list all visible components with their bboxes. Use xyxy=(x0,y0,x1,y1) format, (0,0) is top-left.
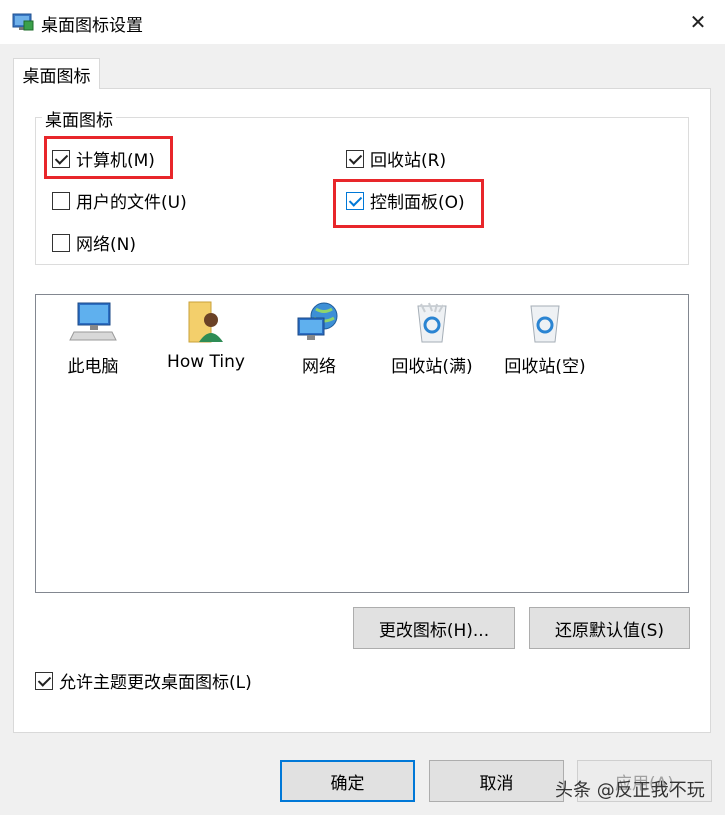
restore-default-button[interactable]: 还原默认值(S) xyxy=(529,607,690,649)
computer-icon xyxy=(69,302,117,341)
checkbox-allow-themes[interactable]: 允许主题更改桌面图标(L) xyxy=(35,668,252,693)
checkbox-user-files[interactable]: 用户的文件(U) xyxy=(52,188,187,213)
title-bar: 桌面图标设置 ✕ xyxy=(0,0,725,44)
recycle-bin-empty-icon xyxy=(530,305,560,343)
checkbox-box[interactable] xyxy=(35,671,53,690)
icon-label: 网络 xyxy=(302,357,336,377)
close-icon: ✕ xyxy=(689,10,707,34)
button-label: 还原默认值(S) xyxy=(554,620,665,641)
ok-button[interactable]: 确定 xyxy=(280,760,415,802)
network-globe-icon xyxy=(297,302,338,340)
checkbox-label: 用户的文件(U) xyxy=(76,193,187,213)
user-folder-icon xyxy=(188,301,223,343)
change-icon-button[interactable]: 更改图标(H)... xyxy=(353,607,515,649)
checkbox-box[interactable] xyxy=(52,191,70,210)
tab-desktop-icons[interactable]: 桌面图标 xyxy=(13,58,100,89)
button-label: 取消 xyxy=(479,773,514,794)
watermark: 头条 @反正我不玩 xyxy=(555,780,705,801)
icon-label: 回收站(满) xyxy=(391,357,473,377)
checkbox-network[interactable]: 网络(N) xyxy=(52,230,136,255)
checkbox-label: 回收站(R) xyxy=(370,151,447,171)
highlight-box-computer xyxy=(44,136,173,179)
list-item-this-pc[interactable]: 此电脑 xyxy=(38,300,148,377)
display-settings-icon xyxy=(12,13,34,31)
list-item-network[interactable]: 网络 xyxy=(264,300,374,377)
icon-label: 此电脑 xyxy=(67,357,119,377)
checkbox-box[interactable] xyxy=(346,149,364,168)
groupbox-title: 桌面图标 xyxy=(42,106,116,131)
highlight-box-control-panel xyxy=(333,179,484,228)
list-item-recycle-full[interactable]: 回收站(满) xyxy=(377,300,487,377)
checkbox-recycle-bin[interactable]: 回收站(R) xyxy=(346,146,446,171)
list-item-recycle-empty[interactable]: 回收站(空) xyxy=(490,300,600,377)
icon-label: How Tiny xyxy=(167,352,245,372)
button-label: 确定 xyxy=(330,773,365,794)
button-label: 更改图标(H)... xyxy=(378,620,490,641)
recycle-bin-full-icon xyxy=(417,302,447,343)
list-item-user-folder[interactable]: How Tiny xyxy=(151,300,261,372)
icon-label: 回收站(空) xyxy=(504,357,586,377)
checkbox-label: 允许主题更改桌面图标(L) xyxy=(59,673,252,693)
checkbox-box[interactable] xyxy=(52,233,70,252)
window-title: 桌面图标设置 xyxy=(41,16,143,36)
close-button[interactable]: ✕ xyxy=(671,0,725,44)
cancel-button[interactable]: 取消 xyxy=(429,760,564,802)
checkbox-label: 网络(N) xyxy=(76,235,136,255)
tab-label: 桌面图标 xyxy=(22,66,91,87)
